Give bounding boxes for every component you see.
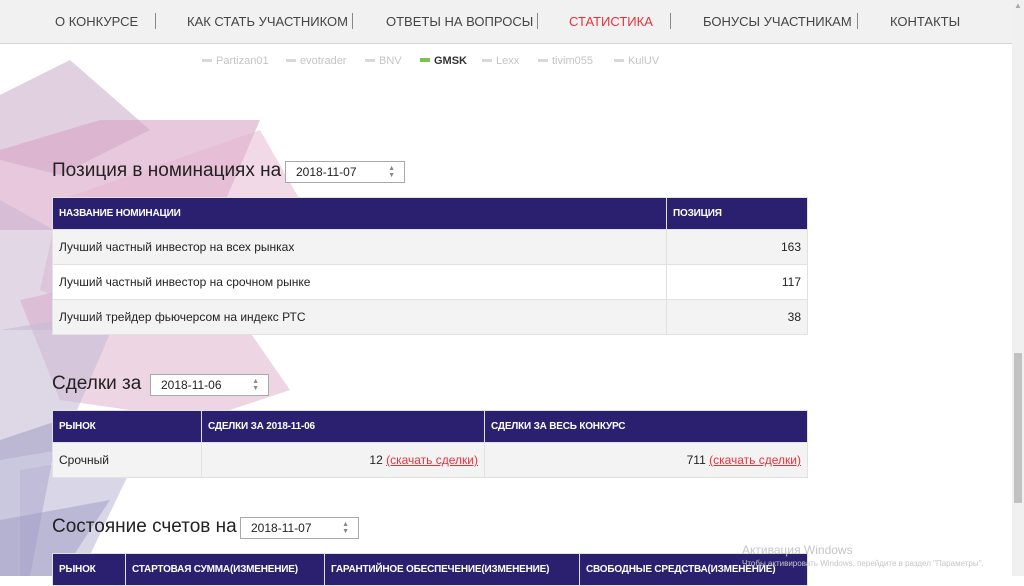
nomination-name: Лучший трейдер фьючерсом на индекс РТС xyxy=(52,299,667,335)
nav-separator xyxy=(155,13,156,29)
nav-separator xyxy=(670,13,671,29)
download-deals-day-link[interactable]: (скачать сделки) xyxy=(386,453,478,467)
column-header-deals-day: СДЕЛКИ ЗА 2018-11-06 xyxy=(201,410,485,443)
column-header-market: РЫНОК xyxy=(52,410,202,443)
legend-swatch xyxy=(614,58,624,62)
legend-label: tivim055 xyxy=(552,55,593,67)
table-row: Срочный 12 (скачать сделки) 711 (скачать… xyxy=(52,442,808,478)
deals-date-value: 2018-11-06 xyxy=(161,378,222,392)
legend-swatch xyxy=(286,58,296,62)
column-header-nomination: НАЗВАНИЕ НОМИНАЦИИ xyxy=(52,197,667,230)
column-header-margin: ГАРАНТИЙНОЕ ОБЕСПЕЧЕНИЕ(ИЗМЕНЕНИЕ) xyxy=(324,553,580,586)
legend-swatch xyxy=(202,58,212,62)
table-header-row: НАЗВАНИЕ НОМИНАЦИИ ПОЗИЦИЯ xyxy=(52,197,808,230)
deals-title: Сделки за xyxy=(52,373,142,394)
legend-swatch xyxy=(482,58,492,62)
column-header-deals-total: СДЕЛКИ ЗА ВЕСЬ КОНКУРС xyxy=(484,410,808,443)
nav-item-join[interactable]: КАК СТАТЬ УЧАСТНИКОМ xyxy=(187,0,348,43)
nomination-name: Лучший частный инвестор на всех рынках xyxy=(52,229,667,265)
deals-table: РЫНОК СДЕЛКИ ЗА 2018-11-06 СДЕЛКИ ЗА ВЕС… xyxy=(52,410,808,478)
spinner-arrows-icon[interactable]: ▲ ▼ xyxy=(252,378,259,392)
nav-item-statistics[interactable]: СТАТИСТИКА xyxy=(569,0,653,43)
nomination-position: 163 xyxy=(666,229,808,265)
deals-day-cell: 12 (скачать сделки) xyxy=(201,442,485,478)
nav-separator xyxy=(352,13,353,29)
column-header-position: ПОЗИЦИЯ xyxy=(666,197,808,230)
nav-separator xyxy=(537,13,538,29)
nominations-title: Позиция в номинациях на xyxy=(52,160,282,181)
activation-watermark-title: Активация Windows xyxy=(742,543,853,557)
table-row: Лучший частный инвестор на всех рынках 1… xyxy=(52,229,808,265)
accounts-date-value: 2018-11-07 xyxy=(251,521,312,535)
legend-item-kuluv[interactable]: KulUV xyxy=(614,55,659,67)
nomination-name: Лучший частный инвестор на срочном рынке xyxy=(52,264,667,300)
legend-label: Partizan01 xyxy=(216,55,269,67)
nav-item-about[interactable]: О КОНКУРСЕ xyxy=(55,0,138,43)
column-header-market: РЫНОК xyxy=(52,553,126,586)
deals-total-cell: 711 (скачать сделки) xyxy=(484,442,808,478)
table-header-row: РЫНОК СТАРТОВАЯ СУММА(ИЗМЕНЕНИЕ) ГАРАНТИ… xyxy=(52,553,808,586)
spinner-arrows-icon[interactable]: ▲ ▼ xyxy=(388,165,395,179)
deals-total-count: 711 xyxy=(686,453,706,467)
legend-swatch xyxy=(538,58,548,62)
legend-item-bnv[interactable]: BNV xyxy=(365,55,402,67)
accounts-title: Состояние счетов на xyxy=(52,516,237,537)
legend-label: Lexx xyxy=(496,55,520,67)
scroll-up-arrow-icon[interactable]: ▲ xyxy=(1012,0,1024,12)
nav-item-contacts[interactable]: КОНТАКТЫ xyxy=(890,0,960,43)
deals-day-count: 12 xyxy=(369,453,383,467)
table-row: Лучший частный инвестор на срочном рынке… xyxy=(52,264,808,300)
nomination-position: 117 xyxy=(666,264,808,300)
legend-swatch xyxy=(365,58,375,62)
activation-watermark-subtitle: Чтобы активировать Windows, перейдите в … xyxy=(742,559,984,568)
nominations-date-select[interactable]: 2018-11-07 ▲ ▼ xyxy=(285,161,405,183)
table-header-row: РЫНОК СДЕЛКИ ЗА 2018-11-06 СДЕЛКИ ЗА ВЕС… xyxy=(52,410,808,443)
legend-label: BNV xyxy=(379,55,402,67)
deals-date-select[interactable]: 2018-11-06 ▲ ▼ xyxy=(150,374,269,396)
legend-label: evotrader xyxy=(300,55,347,67)
spinner-arrows-icon[interactable]: ▲ ▼ xyxy=(342,521,349,535)
table-row: Лучший трейдер фьючерсом на индекс РТС 3… xyxy=(52,299,808,335)
legend-item-gmsk[interactable]: GMSK xyxy=(420,55,467,67)
legend-item-partizan01[interactable]: Partizan01 xyxy=(202,55,269,67)
legend-item-evotrader[interactable]: evotrader xyxy=(286,55,346,67)
nav-item-faq[interactable]: ОТВЕТЫ НА ВОПРОСЫ xyxy=(386,0,533,43)
accounts-date-select[interactable]: 2018-11-07 ▲ ▼ xyxy=(240,517,359,539)
legend-swatch xyxy=(420,58,430,63)
accounts-table: РЫНОК СТАРТОВАЯ СУММА(ИЗМЕНЕНИЕ) ГАРАНТИ… xyxy=(52,553,808,586)
scrollbar-thumb[interactable] xyxy=(1014,353,1022,503)
top-navigation: О КОНКУРСЕ КАК СТАТЬ УЧАСТНИКОМ ОТВЕТЫ Н… xyxy=(0,0,1012,44)
legend-label: KulUV xyxy=(628,55,660,67)
nomination-position: 38 xyxy=(666,299,808,335)
nominations-table: НАЗВАНИЕ НОМИНАЦИИ ПОЗИЦИЯ Лучший частны… xyxy=(52,197,808,335)
legend-item-lexx[interactable]: Lexx xyxy=(482,55,519,67)
download-deals-total-link[interactable]: (скачать сделки) xyxy=(709,453,801,467)
deals-market: Срочный xyxy=(52,442,202,478)
legend-item-tivim055[interactable]: tivim055 xyxy=(538,55,593,67)
page-scrollbar[interactable]: ▲ xyxy=(1012,0,1024,576)
column-header-start-sum: СТАРТОВАЯ СУММА(ИЗМЕНЕНИЕ) xyxy=(125,553,325,586)
legend-label: GMSK xyxy=(434,55,467,67)
nav-item-bonuses[interactable]: БОНУСЫ УЧАСТНИКАМ xyxy=(703,0,852,43)
nav-separator xyxy=(857,13,858,29)
nominations-date-value: 2018-11-07 xyxy=(296,165,357,179)
